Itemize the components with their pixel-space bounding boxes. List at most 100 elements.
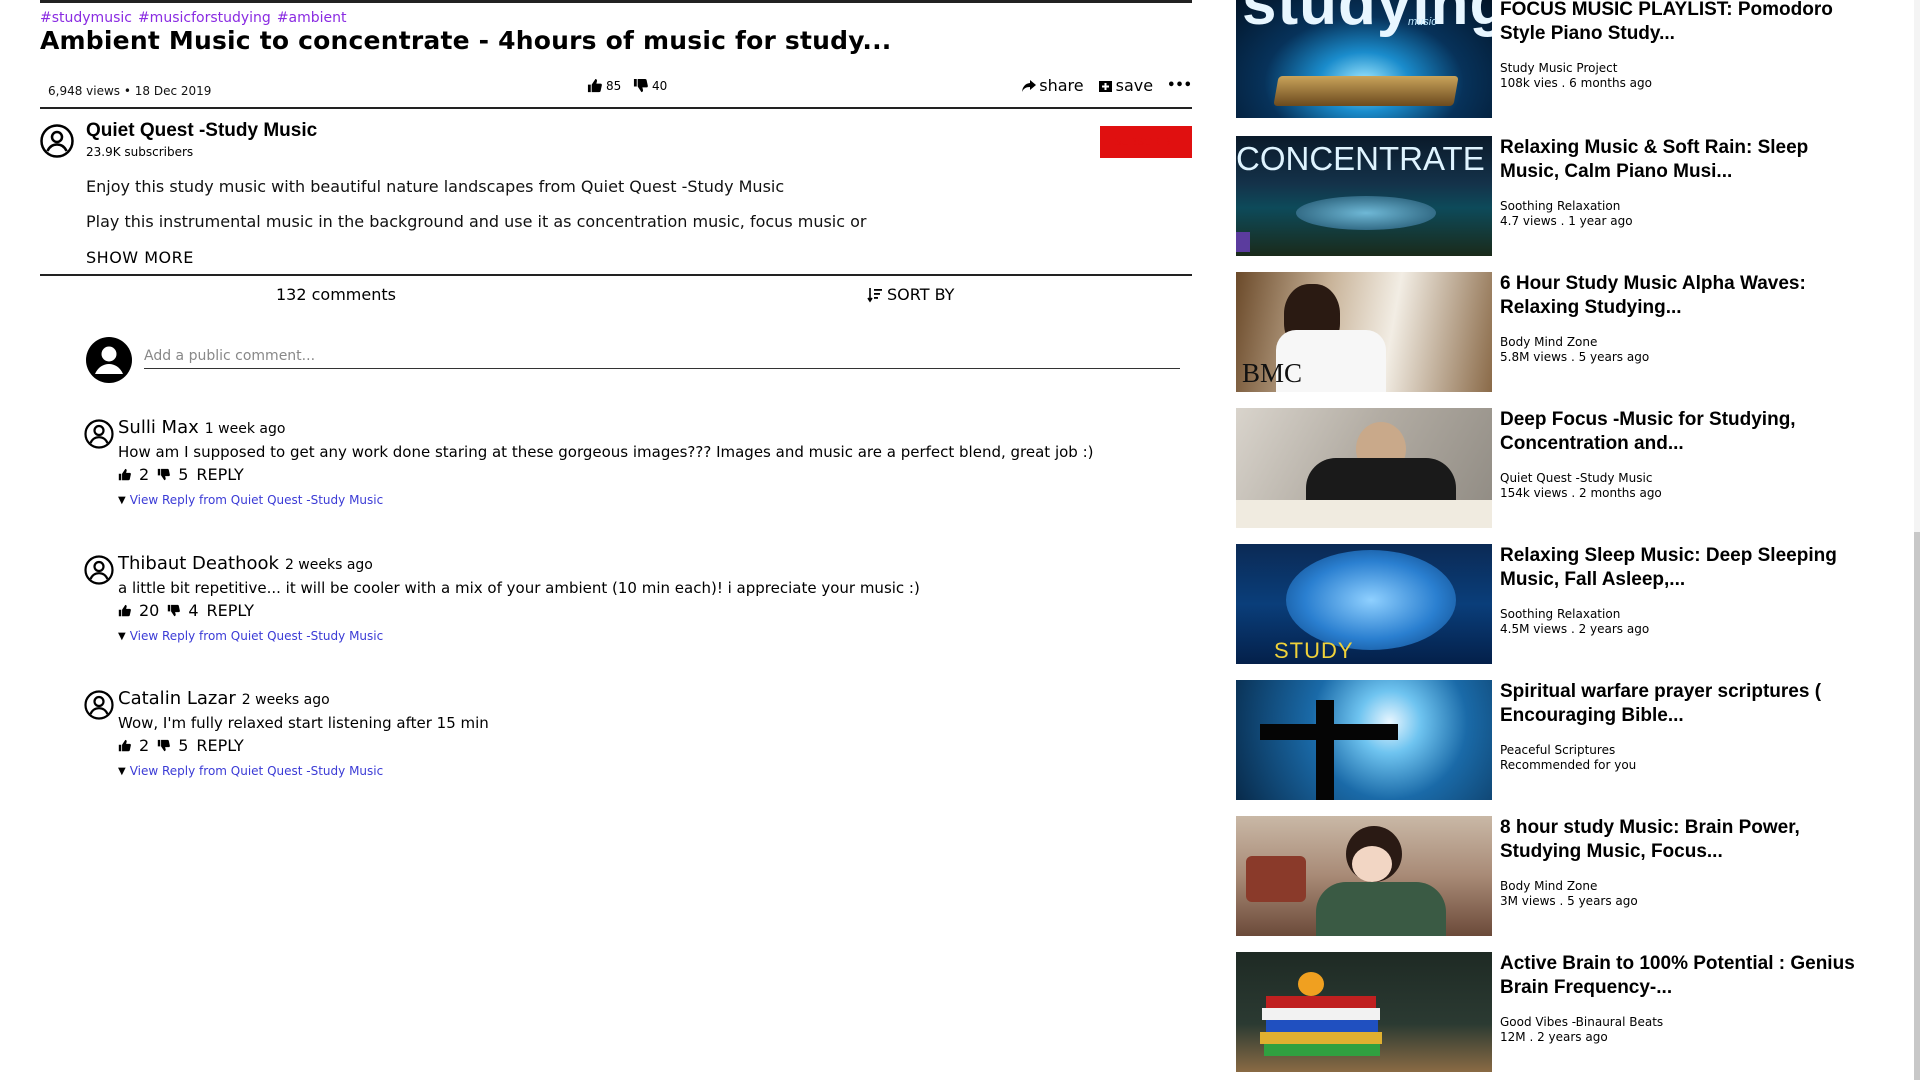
comment-author-name[interactable]: Sulli Max [118,417,199,438]
cross-horizontal [1260,724,1398,740]
channel-name[interactable]: Quiet Quest -Study Music [86,120,317,142]
comments-count: 132 comments [276,285,396,304]
caret-down-icon: ▼ [118,765,126,777]
recommended-title[interactable]: FOCUS MUSIC PLAYLIST: Pomodoro Style Pia… [1500,0,1860,46]
view-reply-link[interactable]: ▼ View Reply from Quiet Quest -Study Mus… [118,629,383,643]
comment-input[interactable] [144,346,1180,369]
divider [40,274,1192,276]
more-actions-button[interactable]: ••• [1167,78,1192,93]
thumbs-down-icon [633,78,648,93]
like-button[interactable]: 85 [587,78,621,93]
view-reply-label: View Reply from Quiet Quest -Study Music [129,493,384,507]
thumbnail-subtext: music [1408,16,1437,28]
commenter-avatar-icon[interactable] [84,419,114,449]
recommended-video[interactable]: BMC 6 Hour Study Music Alpha Waves: Rela… [1236,272,1856,394]
comment-text: a little bit repetitive... it will be co… [118,579,920,597]
recommended-video[interactable]: 8 hour study Music: Brain Power, Studyin… [1236,816,1856,938]
sort-icon [867,287,882,302]
reply-button[interactable]: REPLY [207,601,254,620]
sort-by-button[interactable]: SORT BY [867,285,954,304]
channel-badge [1236,232,1250,252]
video-thumbnail[interactable]: STUDY [1236,544,1492,664]
view-reply-link[interactable]: ▼ View Reply from Quiet Quest -Study Mus… [118,764,383,778]
reply-button[interactable]: REPLY [196,736,243,755]
thumbs-down-icon[interactable] [157,468,171,481]
recommended-title[interactable]: Deep Focus -Music for Studying, Concentr… [1500,408,1860,456]
book-shape [1260,1032,1382,1044]
book-shape [1236,500,1492,528]
hashtags: #studymusic #musicforstudying #ambient [40,10,353,26]
thumbs-up-icon [587,78,602,93]
thumbs-up-icon[interactable] [118,739,131,752]
comment-item: Catalin Lazar 2 weeks ago Wow, I'm fully … [84,684,1184,804]
recommended-meta: 12M . 2 years ago [1500,1030,1608,1044]
reply-button[interactable]: REPLY [196,465,243,484]
recommended-title[interactable]: Relaxing Music & Soft Rain: Sleep Music,… [1500,136,1860,184]
video-thumbnail[interactable] [1236,952,1492,1072]
comment-author-name[interactable]: Catalin Lazar [118,688,236,709]
recommended-video[interactable]: CONCENTRATE Relaxing Music & Soft Rain: … [1236,136,1856,258]
scrollbar-thumb[interactable] [1914,532,1920,1080]
video-thumbnail[interactable]: BMC [1236,272,1492,392]
hashtag-link[interactable]: #musicforstudying [138,10,271,26]
view-reply-label: View Reply from Quiet Quest -Study Music [129,629,384,643]
lake-shape [1296,196,1436,230]
comment-author: Thibaut Deathook 2 weeks ago [118,553,373,574]
object-shape [1246,856,1306,902]
recommended-video[interactable]: Deep Focus -Music for Studying, Concentr… [1236,408,1856,530]
views-date: 6,948 views • 18 Dec 2019 [48,84,212,98]
comment-actions: 20 4 REPLY [118,601,254,620]
recommended-meta: 4.7 views . 1 year ago [1500,214,1633,228]
thumbs-up-icon[interactable] [118,604,131,617]
show-more-button[interactable]: SHOW MORE [86,248,194,267]
recommended-title[interactable]: Relaxing Sleep Music: Deep Sleeping Musi… [1500,544,1860,592]
comment-time: 1 week ago [204,421,286,437]
commenter-avatar-icon[interactable] [84,555,114,585]
video-thumbnail[interactable] [1236,408,1492,528]
page-scrollbar[interactable] [1914,0,1920,1080]
video-thumbnail[interactable]: studying music [1236,0,1492,118]
comment-reply-count: 5 [178,465,189,484]
recommended-meta: 5.8M views . 5 years ago [1500,350,1650,364]
video-thumbnail[interactable]: CONCENTRATE [1236,136,1492,256]
save-button[interactable]: save [1098,76,1153,95]
recommended-title[interactable]: 6 Hour Study Music Alpha Waves: Relaxing… [1500,272,1860,320]
channel-avatar-icon[interactable] [40,124,74,158]
comment-text: How am I supposed to get any work done s… [118,443,1094,461]
user-avatar-icon [86,337,132,383]
recommended-title[interactable]: 8 hour study Music: Brain Power, Studyin… [1500,816,1860,864]
recommended-video[interactable]: Spiritual warfare prayer scriptures ( En… [1236,680,1856,802]
share-button[interactable]: share [1021,76,1084,95]
video-title: Ambient Music to concentrate - 4hours of… [40,26,892,55]
comment-actions: 2 5 REPLY [118,465,244,484]
thumbnail-text: CONCENTRATE [1236,140,1485,177]
thumbnail-text: STUDY [1274,638,1354,663]
person-shirt [1316,882,1446,936]
comment-actions: 2 5 REPLY [118,736,244,755]
recommended-video[interactable]: Active Brain to 100% Potential : Genius … [1236,952,1856,1074]
recommended-video[interactable]: studying music FOCUS MUSIC PLAYLIST: Pom… [1236,0,1856,120]
thumbnail-text: studying [1242,0,1492,38]
recommended-video[interactable]: STUDY Relaxing Sleep Music: Deep Sleepin… [1236,544,1856,666]
video-thumbnail[interactable] [1236,680,1492,800]
comment-author-name[interactable]: Thibaut Deathook [118,553,279,574]
comment-like-count: 2 [139,465,150,484]
thumbs-up-icon[interactable] [118,468,131,481]
commenter-avatar-icon[interactable] [84,690,114,720]
subscribe-button[interactable]: SUBSCRIBE [1100,126,1192,158]
comment-author: Sulli Max 1 week ago [118,417,285,438]
face-shape [1352,846,1392,882]
dislike-button[interactable]: 40 [633,78,667,93]
comment-reply-count: 4 [188,601,199,620]
recommended-title[interactable]: Spiritual warfare prayer scriptures ( En… [1500,680,1860,728]
thumbs-down-icon[interactable] [167,604,181,617]
recommended-title[interactable]: Active Brain to 100% Potential : Genius … [1500,952,1860,1000]
thumbnail-text: BMC [1242,358,1303,388]
recommended-channel: Study Music Project [1500,61,1618,75]
hashtag-link[interactable]: #ambient [277,10,347,26]
hashtag-link[interactable]: #studymusic [40,10,132,26]
recommended-meta: 3M views . 5 years ago [1500,894,1638,908]
thumbs-down-icon[interactable] [157,739,171,752]
view-reply-link[interactable]: ▼ View Reply from Quiet Quest -Study Mus… [118,493,383,507]
video-thumbnail[interactable] [1236,816,1492,936]
